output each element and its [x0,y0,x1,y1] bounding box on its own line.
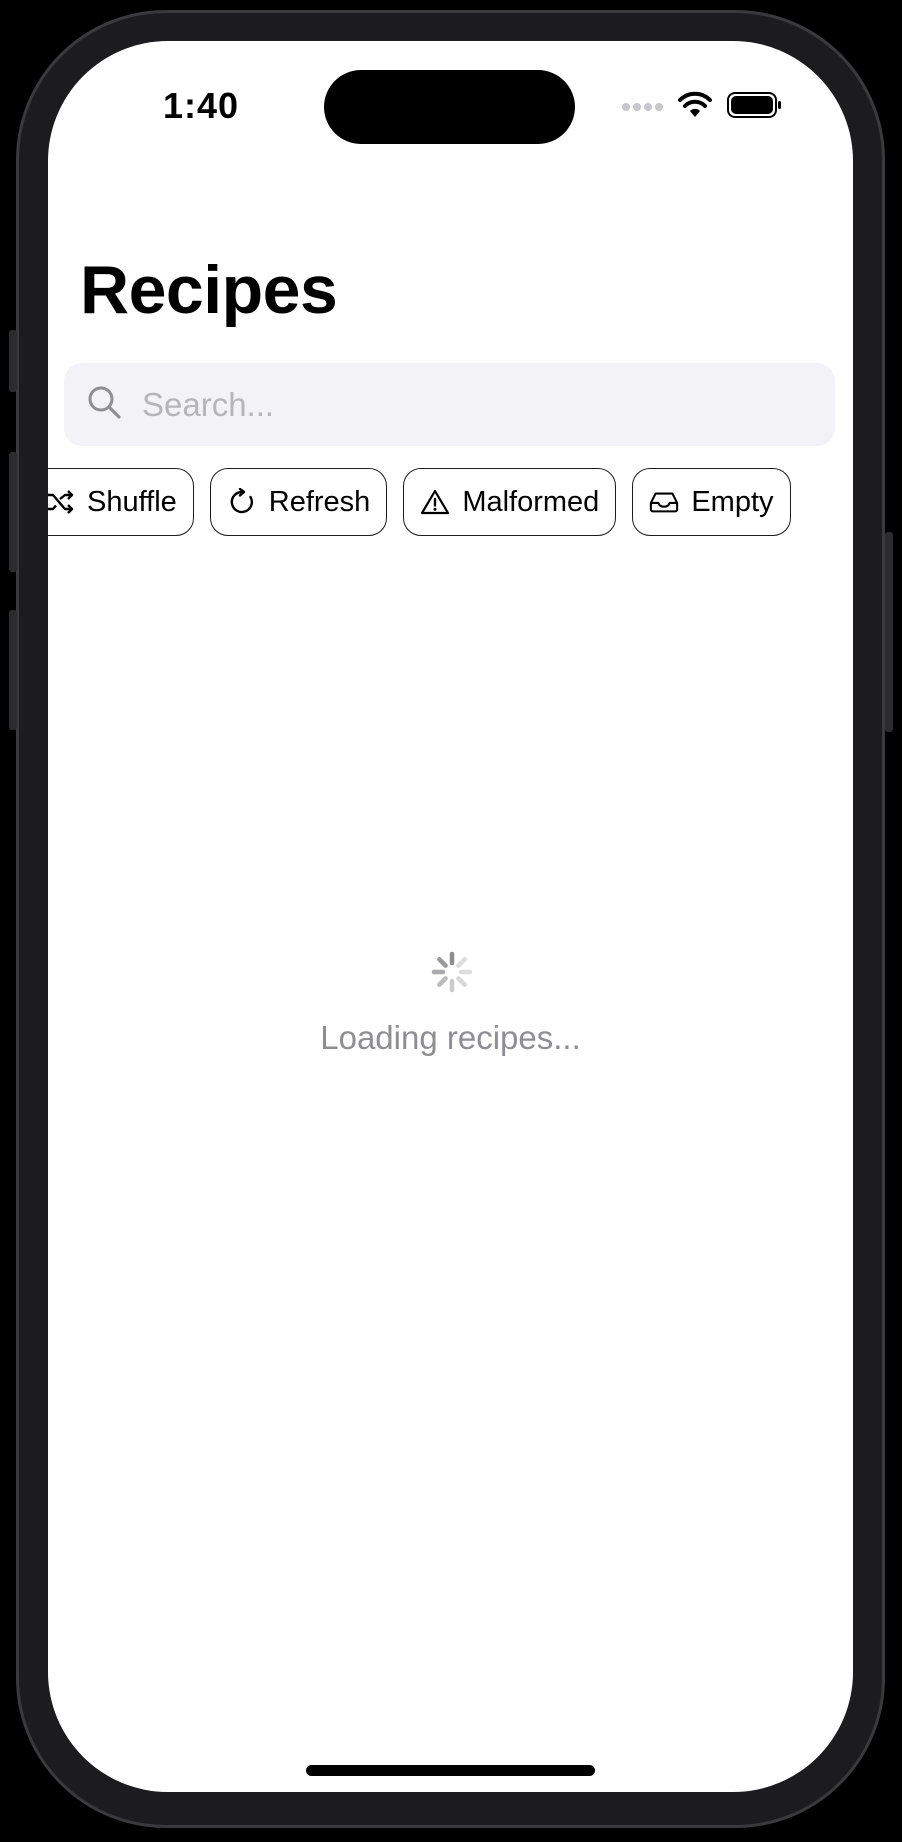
shuffle-icon [48,490,75,514]
search-bar[interactable] [64,363,835,446]
malformed-button[interactable]: Malformed [403,468,617,536]
dynamic-island [324,70,575,144]
refresh-icon [227,488,257,516]
action-button [9,330,17,392]
home-indicator[interactable] [306,1765,595,1776]
empty-button[interactable]: Empty [632,468,791,536]
empty-label: Empty [691,485,774,518]
refresh-button[interactable]: Refresh [209,468,388,536]
search-input[interactable] [140,384,780,425]
status-icons [621,91,783,124]
search-icon [86,384,122,425]
tray-icon [649,490,679,514]
warning-icon [420,488,450,516]
action-chips: Shuffle Refresh Malformed Empty [48,468,791,536]
loading-message: Loading recipes... [320,1019,581,1056]
loading-spinner-icon [430,950,474,994]
cellular-dots-icon [621,99,663,117]
wifi-icon [677,91,713,124]
refresh-label: Refresh [268,485,371,518]
volume-up-button [9,452,17,572]
shuffle-button[interactable]: Shuffle [48,468,194,536]
volume-down-button [9,610,17,730]
app-screen: 1:40 Recipes Search... Shuffle Refresh M… [48,41,853,1792]
shuffle-label: Shuffle [87,485,177,518]
page-title: Recipes [80,252,338,328]
battery-icon [727,92,783,123]
malformed-label: Malformed [462,485,600,518]
status-time: 1:40 [163,85,240,126]
power-button [885,532,893,732]
